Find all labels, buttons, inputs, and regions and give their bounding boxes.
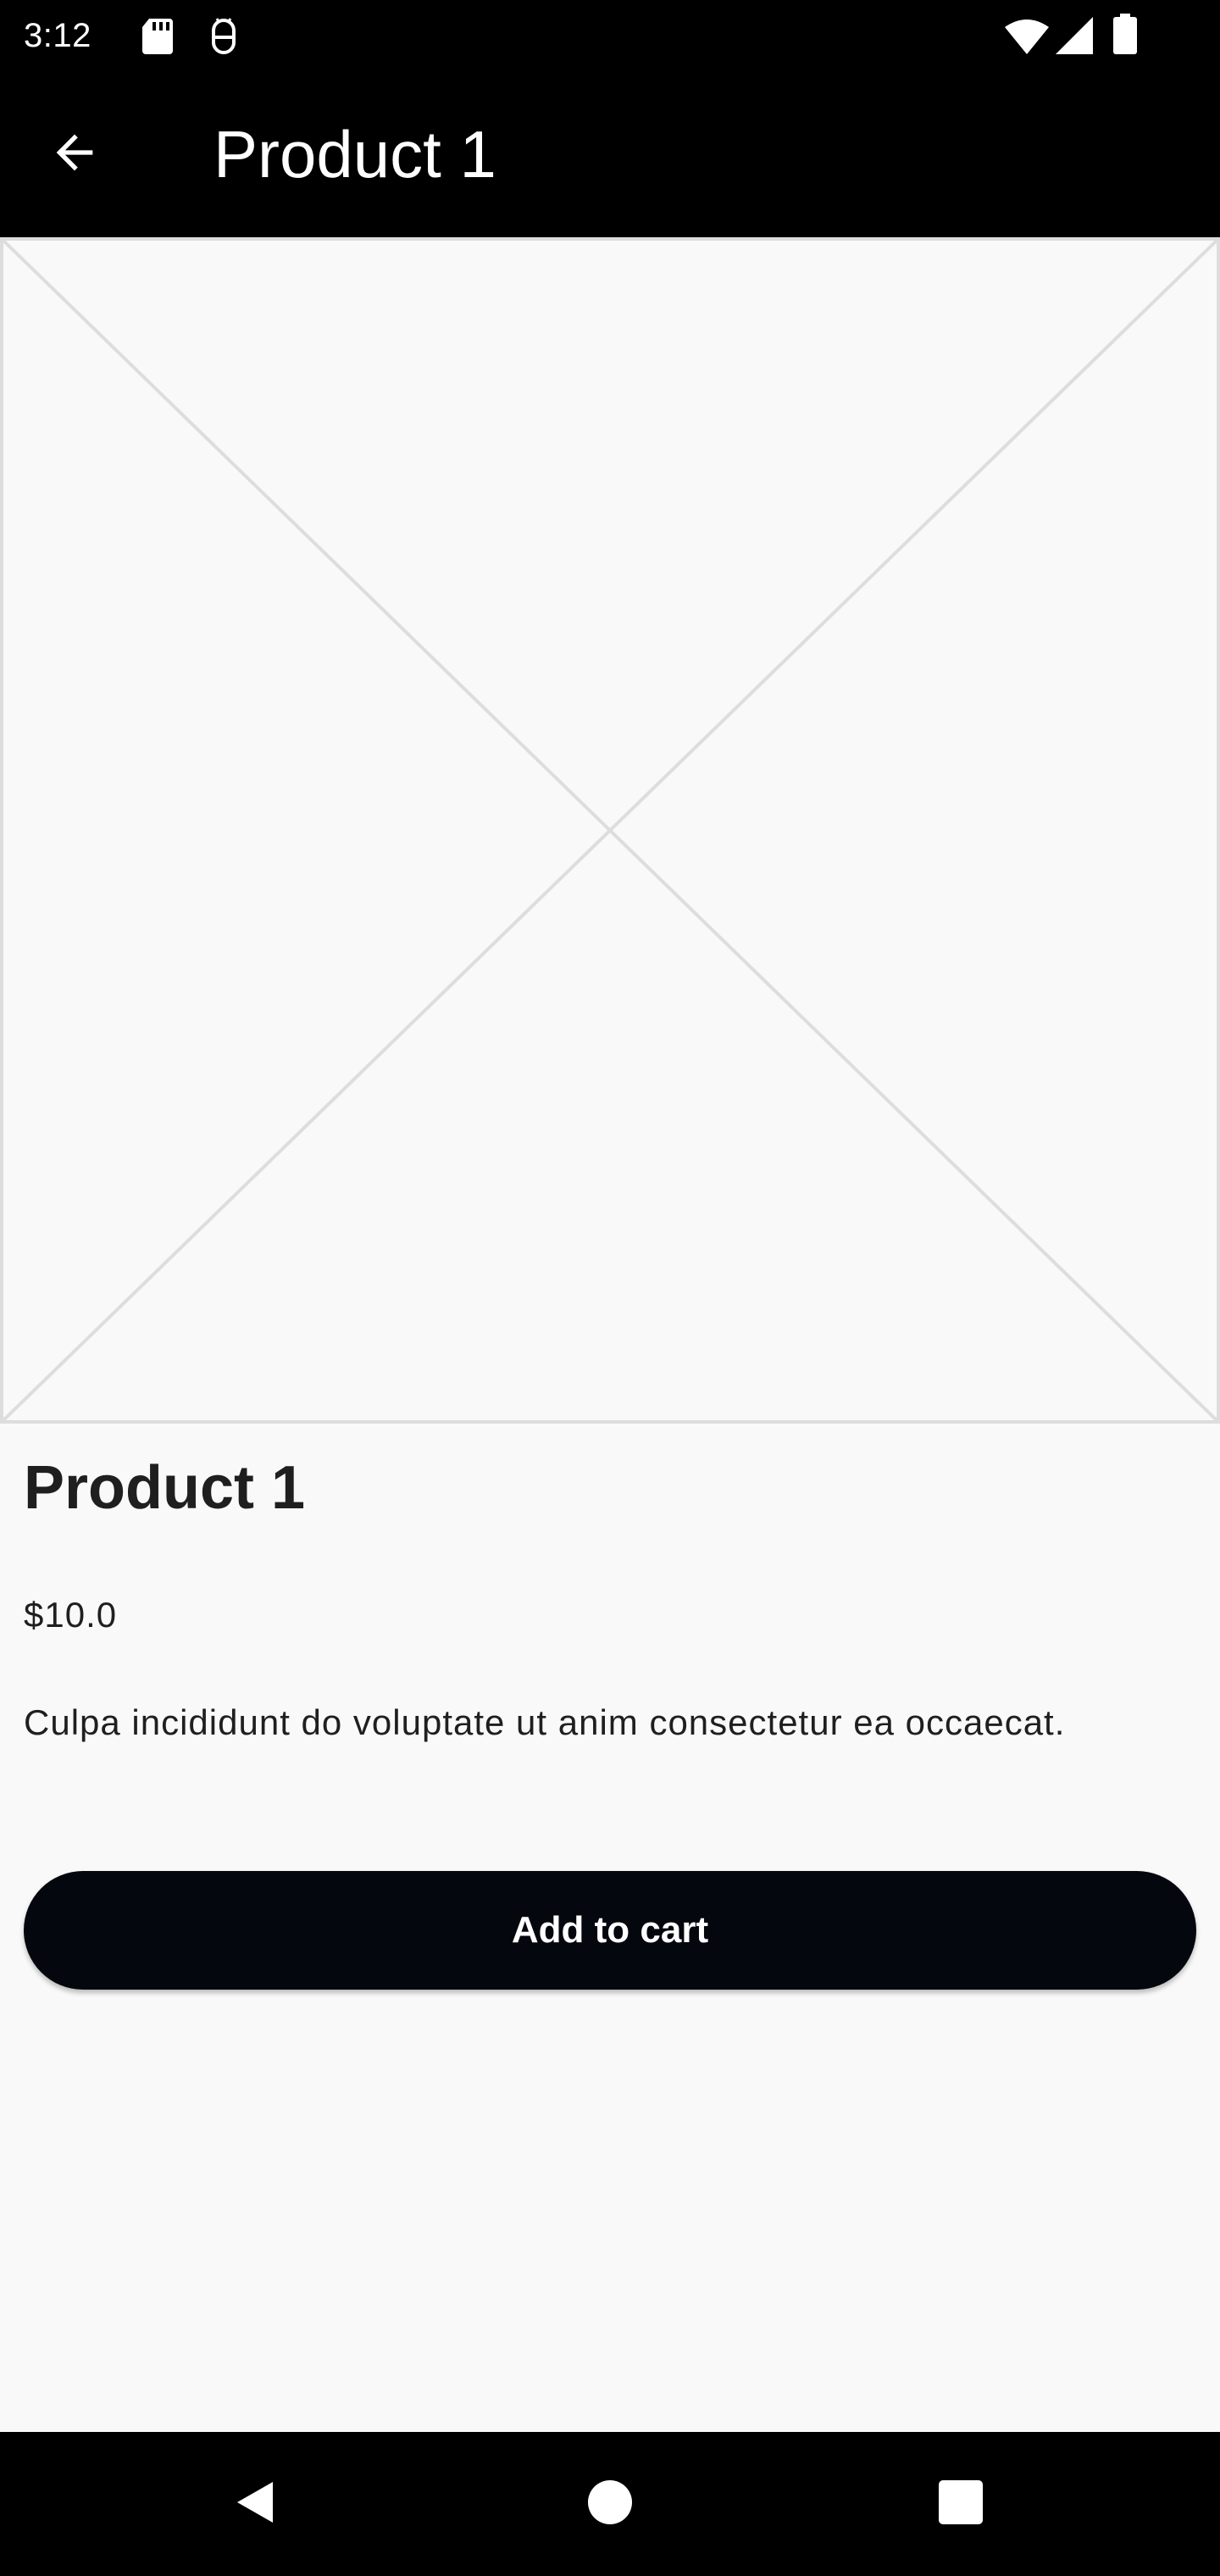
battery-icon (1113, 14, 1137, 58)
wifi-icon (1003, 17, 1051, 58)
status-time: 3:12 (24, 17, 92, 54)
add-to-cart-button[interactable]: Add to cart (24, 1871, 1196, 1990)
product-image-placeholder (0, 237, 1220, 1424)
status-bar: 3:12 (0, 0, 1220, 71)
app-bar: Product 1 (0, 71, 1220, 237)
debug-icon (207, 17, 241, 58)
nav-home-button[interactable] (568, 2462, 652, 2546)
product-name: Product 1 (24, 1454, 306, 1522)
sd-card-icon (141, 17, 175, 58)
product-price: $10.0 (24, 1595, 118, 1635)
back-button[interactable] (34, 114, 115, 195)
product-description: Culpa incididunt do voluptate ut anim co… (24, 1702, 1066, 1742)
page-title: Product 1 (214, 117, 496, 192)
nav-back-button[interactable] (212, 2462, 297, 2546)
nav-recents-button[interactable] (918, 2462, 1003, 2546)
nav-recents-icon (937, 2479, 984, 2530)
cell-signal-icon (1056, 17, 1093, 58)
navigation-bar (0, 2432, 1220, 2576)
nav-back-icon (229, 2477, 280, 2532)
arrow-back-icon (47, 125, 102, 184)
nav-home-icon (586, 2479, 634, 2530)
